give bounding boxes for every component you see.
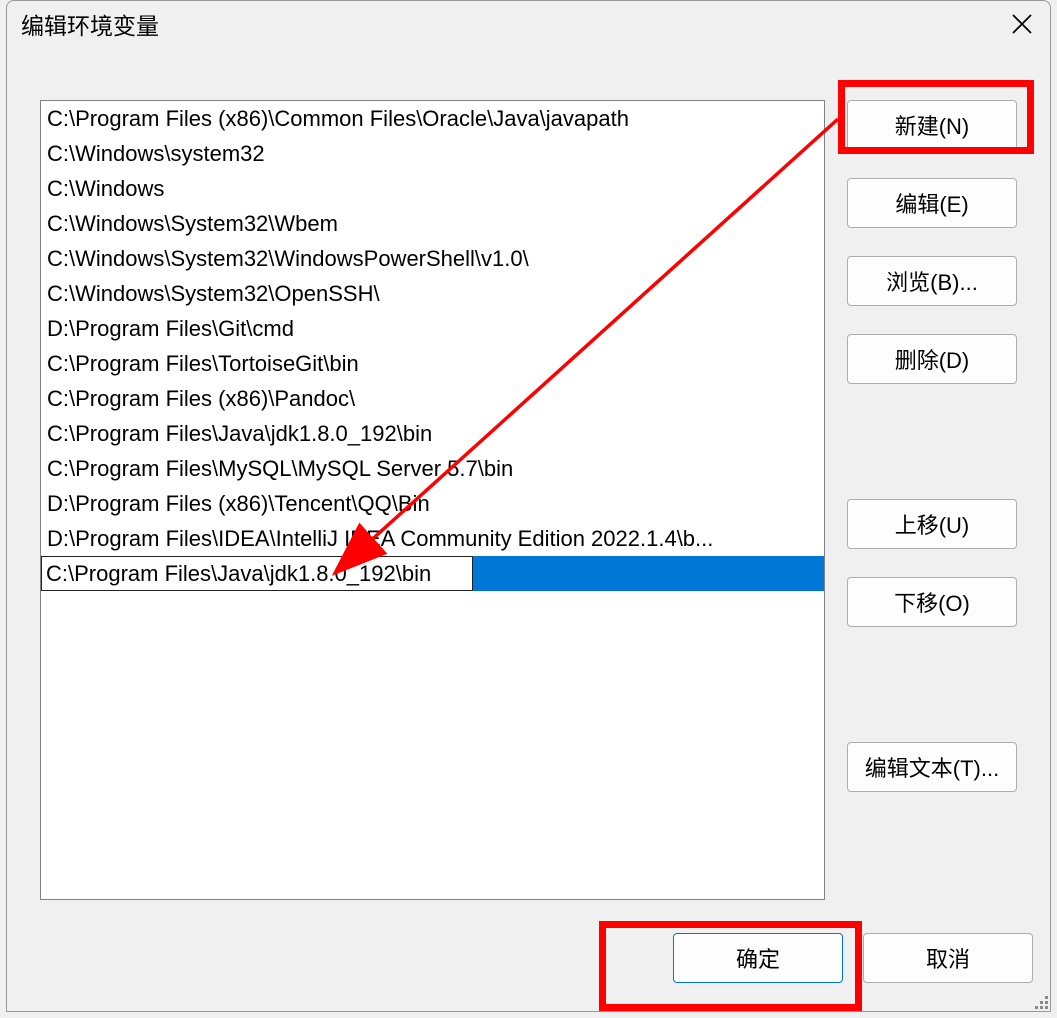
resize-grip[interactable] (1030, 991, 1048, 1009)
close-icon (1010, 12, 1034, 36)
dialog-body: C:\Program Files (x86)\Common Files\Orac… (7, 47, 1050, 1011)
list-item[interactable]: C:\Windows (41, 171, 824, 206)
list-item[interactable]: D:\Program Files\IDEA\IntelliJ IDEA Comm… (41, 521, 824, 556)
list-item[interactable]: D:\Program Files (x86)\Tencent\QQ\Bin (41, 486, 824, 521)
cancel-button[interactable]: 取消 (863, 933, 1033, 983)
dialog-title: 编辑环境变量 (21, 7, 1008, 41)
list-item[interactable]: D:\Program Files\Git\cmd (41, 311, 824, 346)
list-item-selected[interactable] (41, 556, 824, 591)
browse-button[interactable]: 浏览(B)... (847, 256, 1017, 306)
list-item[interactable]: C:\Windows\System32\OpenSSH\ (41, 276, 824, 311)
list-item[interactable]: C:\Program Files\MySQL\MySQL Server 5.7\… (41, 451, 824, 486)
list-item[interactable]: C:\Program Files (x86)\Pandoc\ (41, 381, 824, 416)
ok-button[interactable]: 确定 (673, 933, 843, 983)
path-listbox[interactable]: C:\Program Files (x86)\Common Files\Orac… (40, 100, 825, 900)
dialog-footer: 确定 取消 (7, 891, 1050, 1011)
list-item[interactable]: C:\Windows\System32\Wbem (41, 206, 824, 241)
delete-button[interactable]: 删除(D) (847, 334, 1017, 384)
edit-button[interactable]: 编辑(E) (847, 178, 1017, 228)
list-item[interactable]: C:\Program Files\Java\jdk1.8.0_192\bin (41, 416, 824, 451)
moveup-button[interactable]: 上移(U) (847, 499, 1017, 549)
edittext-button[interactable]: 编辑文本(T)... (847, 742, 1017, 792)
new-button[interactable]: 新建(N) (847, 100, 1017, 150)
inline-edit-input[interactable] (41, 556, 473, 591)
list-item[interactable]: C:\Windows\system32 (41, 136, 824, 171)
movedown-button[interactable]: 下移(O) (847, 577, 1017, 627)
list-item[interactable]: C:\Windows\System32\WindowsPowerShell\v1… (41, 241, 824, 276)
side-button-panel: 新建(N) 编辑(E) 浏览(B)... 删除(D) 上移(U) 下移(O) 编… (847, 100, 1027, 792)
close-button[interactable] (1008, 10, 1036, 38)
list-item[interactable]: C:\Program Files (x86)\Common Files\Orac… (41, 101, 824, 136)
titlebar: 编辑环境变量 (7, 1, 1050, 47)
dialog-window: 编辑环境变量 C:\Program Files (x86)\Common Fil… (6, 0, 1051, 1012)
list-item[interactable]: C:\Program Files\TortoiseGit\bin (41, 346, 824, 381)
